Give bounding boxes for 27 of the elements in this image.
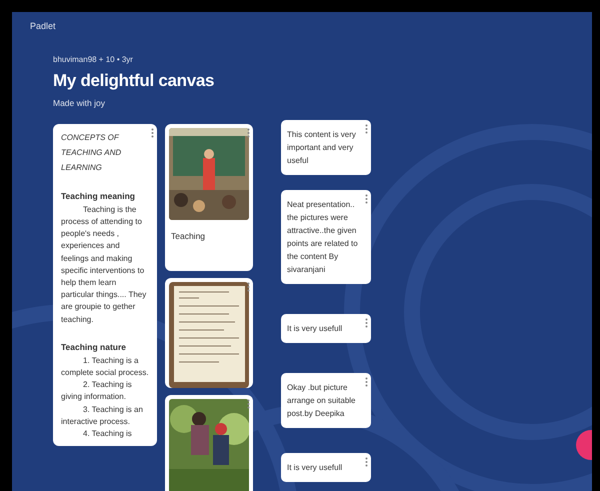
more-menu-icon[interactable] (365, 376, 368, 387)
more-menu-icon[interactable] (247, 282, 250, 292)
post-text: It is very usefull (287, 324, 342, 333)
board-title: My delightful canvas (53, 70, 216, 92)
section-heading: Teaching meaning (61, 190, 136, 203)
paragraph: Teaching is the process of attending to people's needs , experiences and feelings and making specific interventions to help them learn particular things.... They are groupie to gether teaching. (61, 204, 148, 326)
more-menu-icon[interactable] (365, 456, 368, 467)
post-text: Neat presentation.. the pictures were attractive..the given points are related to the content By sivaranjani (287, 200, 358, 274)
more-menu-icon[interactable] (365, 318, 368, 328)
paragraph: 4. Teaching is (82, 428, 133, 440)
more-menu-icon[interactable] (151, 128, 154, 138)
more-menu-icon[interactable] (365, 124, 368, 134)
paragraph: 2. Teaching is giving information. (61, 379, 133, 404)
post-caption: Teaching (170, 230, 206, 243)
post-text: This content is very important and very useful (287, 130, 356, 165)
paragraph: 3. Teaching is an interactive process. (61, 404, 144, 428)
section-heading: Teaching nature (61, 340, 128, 354)
author-byline: bhuviman98 + 10 • 3yr (53, 54, 134, 66)
paragraph: 1. Teaching is a complete social process. (61, 354, 149, 379)
post-title: CONCEPTS OF TEACHING AND LEARNING (61, 132, 122, 174)
more-menu-icon[interactable] (247, 398, 250, 408)
post-text: It is very usefull (287, 462, 342, 472)
more-menu-icon[interactable] (247, 128, 250, 138)
board-subtitle: Made with joy (53, 97, 106, 110)
app-logo[interactable]: Padlet (30, 20, 592, 34)
post-text: Okay .but picture arrange on suitable post.by Deepika (287, 382, 356, 418)
more-menu-icon[interactable] (365, 194, 368, 204)
